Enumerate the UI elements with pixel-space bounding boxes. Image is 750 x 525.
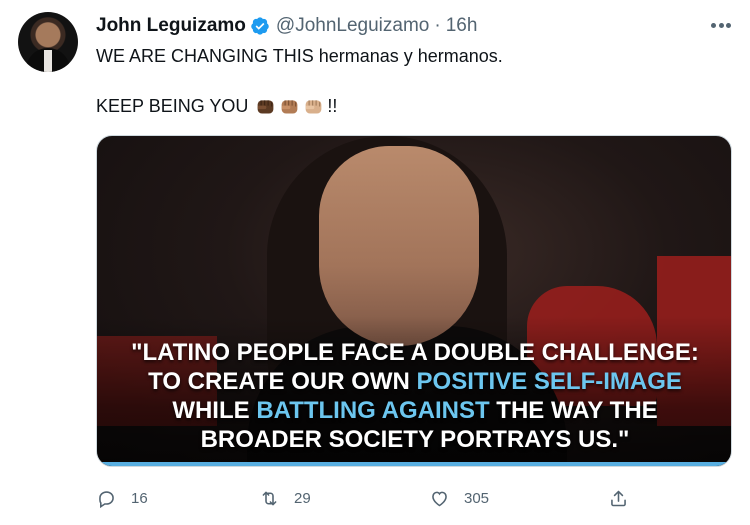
quote-line-2: TO CREATE OUR OWN POSITIVE SELF-IMAGE <box>97 367 731 396</box>
tweet-actions: 16 29 305 <box>96 486 732 510</box>
like-count: 305 <box>464 489 490 507</box>
tweet-text-line1: WE ARE CHANGING THIS hermanas y hermanos… <box>96 46 503 66</box>
media-image[interactable]: "LATINO PEOPLE FACE A DOUBLE CHALLENGE: … <box>96 135 732 467</box>
fist-dark-skin-icon <box>258 100 274 114</box>
media-quote: "LATINO PEOPLE FACE A DOUBLE CHALLENGE: … <box>97 338 731 454</box>
tweet: John Leguizamo @JohnLeguizamo · 16h WE A… <box>0 0 750 525</box>
author-name[interactable]: John Leguizamo <box>96 15 246 37</box>
timestamp[interactable]: 16h <box>446 15 478 37</box>
more-dot <box>726 22 731 28</box>
reply-icon <box>99 490 114 508</box>
quote-highlight: POSITIVE SELF-IMAGE <box>416 368 682 395</box>
quote-text: BROADER SOCIETY PORTRAYS US." <box>200 426 630 453</box>
quote-text: WHILE <box>172 397 257 424</box>
quote-highlight: BATTLING AGAINST <box>256 397 490 424</box>
more-options-icon[interactable] <box>708 16 734 34</box>
verified-badge-icon <box>251 17 269 35</box>
tweet-text-exclaim: !! <box>327 96 338 116</box>
tweet-text-line2: KEEP BEING YOU !! <box>96 96 337 117</box>
retweet-icon <box>262 491 277 505</box>
reply-button[interactable]: 16 <box>96 486 148 510</box>
author-handle[interactable]: @JohnLeguizamo <box>276 15 429 37</box>
fist-light-skin-icon <box>306 100 322 114</box>
quote-text: TO CREATE OUR OWN <box>148 368 417 395</box>
avatar[interactable] <box>18 12 78 72</box>
tweet-header: John Leguizamo @JohnLeguizamo · 16h <box>96 14 477 38</box>
like-button[interactable]: 305 <box>429 486 489 510</box>
quote-line-1: "LATINO PEOPLE FACE A DOUBLE CHALLENGE: <box>97 338 731 367</box>
reply-count: 16 <box>131 489 148 507</box>
quote-text: "LATINO PEOPLE FACE A DOUBLE CHALLENGE: <box>131 339 699 366</box>
fist-medium-skin-icon <box>282 100 298 114</box>
more-dot <box>718 22 724 28</box>
separator-dot: · <box>434 15 441 36</box>
tweet-text-keep: KEEP BEING YOU <box>96 96 249 116</box>
more-dot <box>711 22 716 28</box>
heart-icon <box>432 491 447 506</box>
quote-text: THE WAY THE <box>489 397 658 424</box>
quote-line-3: WHILE BATTLING AGAINST THE WAY THE <box>97 396 731 425</box>
share-button[interactable] <box>608 486 629 510</box>
retweet-button[interactable]: 29 <box>259 486 311 510</box>
media-bottom-bar <box>97 462 731 466</box>
share-icon <box>611 490 626 506</box>
quote-line-4: BROADER SOCIETY PORTRAYS US." <box>97 425 731 454</box>
avatar-shirt <box>44 50 52 72</box>
retweet-count: 29 <box>294 489 311 507</box>
